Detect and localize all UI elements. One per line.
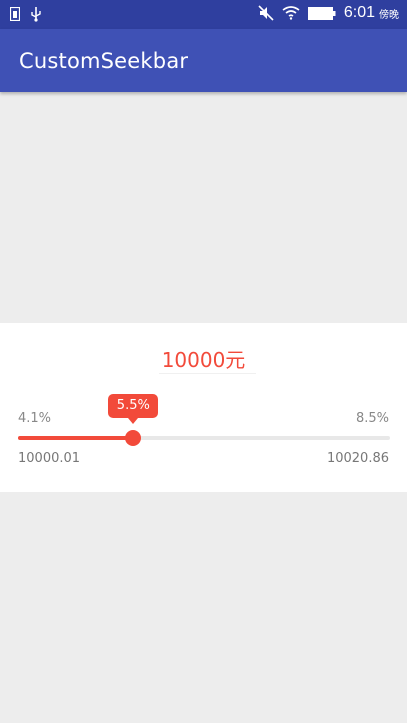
app-bar: CustomSeekbar <box>0 29 407 92</box>
usb-icon <box>30 6 42 22</box>
battery-icon <box>307 6 336 20</box>
current-rate-bubble: 5.5% <box>108 394 159 424</box>
sim-card-icon <box>10 7 20 21</box>
seekbar-progress <box>18 436 134 440</box>
status-left-icons <box>10 6 42 22</box>
amount-value: 10000元 <box>161 348 246 372</box>
value-max-label: 10020.86 <box>326 451 389 466</box>
status-right-icons: 6:01 傍晚 <box>258 4 399 22</box>
status-bar: 6:01 傍晚 <box>0 0 407 29</box>
amount-underline <box>159 373 256 374</box>
seekbar-card: 10000元 4.1% 8.5% 5.5% 10000.01 10020.86 <box>0 323 407 492</box>
seekbar-track[interactable]: 5.5% <box>18 394 390 446</box>
status-time-suffix: 傍晚 <box>379 9 399 21</box>
wifi-icon <box>282 6 300 20</box>
app-title: CustomSeekbar <box>19 49 189 73</box>
value-min-label: 10000.01 <box>18 451 81 466</box>
seekbar-thumb[interactable] <box>125 430 142 446</box>
rate-min-label: 4.1% <box>18 411 52 426</box>
rate-max-label: 8.5% <box>355 411 389 426</box>
status-time: 6:01 <box>343 4 375 21</box>
mute-icon <box>258 5 274 21</box>
